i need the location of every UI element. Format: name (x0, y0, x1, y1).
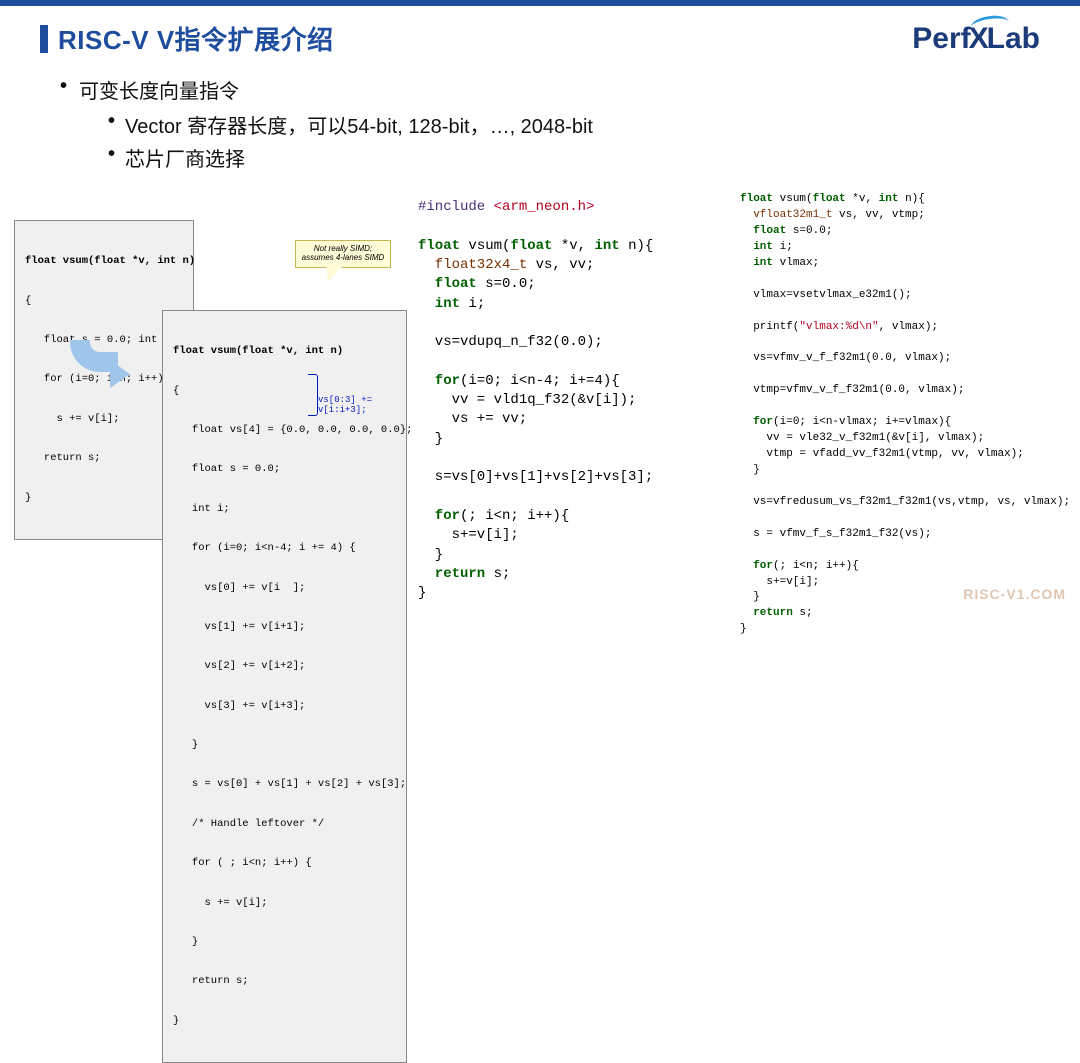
code-line: /* Handle leftover */ (173, 818, 396, 831)
perfxlab-logo: Perf X Lab (912, 22, 1040, 56)
bullet-level2-b: 芯片厂商选择 (108, 143, 1040, 172)
code-line: { (25, 295, 183, 308)
title-row: RISC-V V指令扩展介绍 (40, 20, 334, 57)
code-line: s += v[i]; (25, 413, 183, 426)
bullet-dot (108, 143, 115, 172)
code-line: return s; (173, 975, 396, 988)
code-line: } (173, 1015, 396, 1028)
code-line: s += v[i]; (173, 897, 396, 910)
code-line: s = vs[0] + vs[1] + vs[2] + vs[3]; (173, 778, 396, 791)
code-line: for (i=0; i<n; i++) (25, 373, 183, 386)
title-accent (40, 25, 48, 53)
code-line: vs[2] += v[i+2]; (173, 660, 396, 673)
callout-line2: assumes 4-lanes SIMD (300, 254, 386, 263)
bullet-l2a-text: Vector 寄存器长度，可以54-bit, 128-bit，…, 2048-b… (125, 110, 593, 139)
code-line: float s = 0.0; (173, 463, 396, 476)
transform-arrow-icon (70, 340, 118, 372)
code-line: } (173, 936, 396, 949)
bullet-level1: 可变长度向量指令 (60, 75, 1040, 104)
bullet-l1-text: 可变长度向量指令 (79, 75, 239, 104)
code-line: for ( ; i<n; i++) { (173, 857, 396, 870)
code-line: vs[1] += v[i+1]; (173, 621, 396, 634)
code-line: float vsum(float *v, int n) (173, 345, 396, 358)
code-line: float vs[4] = {0.0, 0.0, 0.0, 0.0}; (173, 424, 396, 437)
code-line: int i; (173, 503, 396, 516)
code-line: vs[0] += v[i ]; (173, 582, 396, 595)
watermark-text: RISC-V1.COM (963, 586, 1066, 602)
bullet-content: 可变长度向量指令 Vector 寄存器长度，可以54-bit, 128-bit，… (0, 67, 1080, 172)
vector-annotation: vs[0:3] += v[i:i+3]; (318, 395, 412, 415)
riscv-vector-code: float vsum(float *v, int n){ vfloat32m1_… (740, 192, 1070, 638)
code-line: return s; (25, 452, 183, 465)
brace-icon (308, 374, 318, 416)
code-line: } (25, 492, 183, 505)
simd-callout: Not really SIMD; assumes 4-lanes SIMD (295, 240, 391, 268)
code-line: } (173, 739, 396, 752)
arm-neon-code: #include <arm_neon.h> float vsum(float *… (418, 198, 730, 604)
code-line: float vsum(float *v, int n) (25, 255, 183, 268)
bullet-dot (60, 75, 67, 104)
bullet-dot (108, 110, 115, 139)
slide-title: RISC-V V指令扩展介绍 (58, 20, 334, 57)
header: RISC-V V指令扩展介绍 Perf X Lab (0, 6, 1080, 67)
bullet-level2-a: Vector 寄存器长度，可以54-bit, 128-bit，…, 2048-b… (108, 110, 1040, 139)
code-line: vs[3] += v[i+3]; (173, 700, 396, 713)
bullet-l2b-text: 芯片厂商选择 (125, 143, 245, 172)
unrolled-code-box: float vsum(float *v, int n) { float vs[4… (162, 310, 407, 1063)
logo-x-text: X (969, 22, 989, 56)
code-line: for (i=0; i<n-4; i += 4) { (173, 542, 396, 555)
logo-perf-text: Perf (912, 22, 970, 56)
